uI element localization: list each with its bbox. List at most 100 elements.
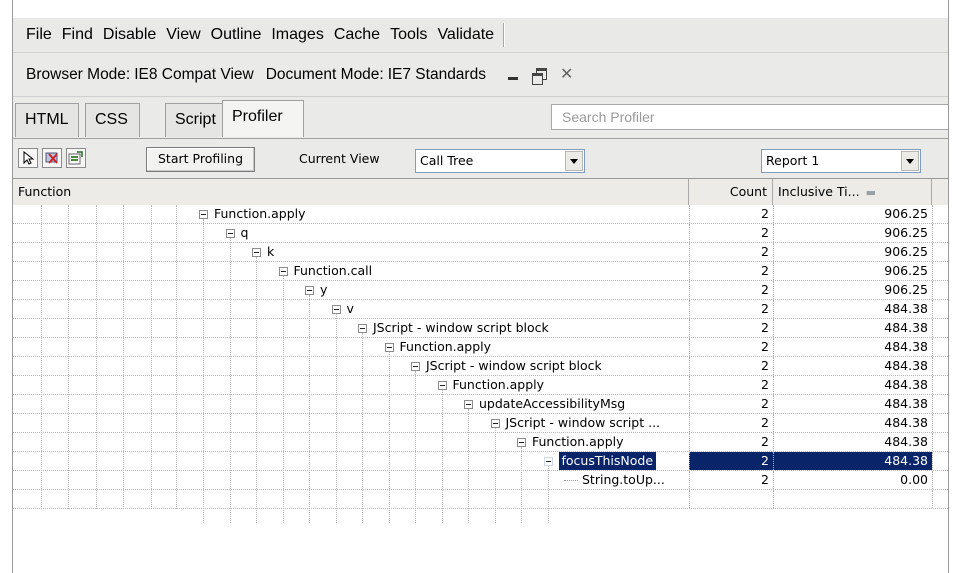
select-arrow-icon[interactable] (18, 148, 38, 168)
table-row[interactable]: Function.apply 2 484.38 (13, 433, 948, 452)
table-row[interactable]: focusThisNode 2 484.38 (13, 452, 948, 471)
inclusive-time-cell: 906.25 (773, 243, 932, 261)
function-cell: Function.call (13, 262, 689, 280)
function-cell: v (13, 300, 689, 318)
collapse-icon[interactable] (331, 304, 341, 314)
menu-view[interactable]: View (161, 26, 205, 44)
export-icon[interactable] (66, 148, 86, 168)
extra-cell (932, 281, 948, 299)
inclusive-time-cell: 906.25 (773, 281, 932, 299)
tree-node: String.toUp... (564, 471, 665, 489)
menu-validate[interactable]: Validate (432, 26, 499, 44)
column-count[interactable]: Count (689, 179, 773, 206)
inclusive-time-cell: 906.25 (773, 205, 932, 223)
inclusive-time-cell: 484.38 (773, 300, 932, 318)
empty-cell (689, 490, 773, 508)
empty-cell (932, 490, 948, 508)
menu-images[interactable]: Images (266, 26, 328, 44)
current-view-select[interactable]: Call Tree (415, 149, 585, 173)
restore-icon[interactable] (531, 68, 547, 85)
collapse-icon[interactable] (252, 247, 261, 257)
menu-outline[interactable]: Outline (206, 26, 267, 44)
report-select[interactable]: Report 1 (761, 149, 921, 173)
collapse-icon[interactable] (490, 418, 500, 428)
function-name: JScript - window script block (373, 320, 549, 335)
close-icon[interactable]: ✕ (560, 64, 573, 84)
collapse-icon[interactable] (225, 228, 235, 238)
table-row[interactable]: q 2 906.25 (13, 224, 948, 243)
tab-profiler[interactable]: Profiler (222, 100, 304, 137)
profiler-toolbar: Start Profiling Current View Call Tree R… (13, 138, 948, 179)
current-view-label: Current View (299, 151, 380, 166)
column-more[interactable] (932, 179, 948, 206)
column-function[interactable]: Function (13, 179, 689, 206)
function-name: focusThisNode (558, 452, 657, 470)
menu-disable[interactable]: Disable (98, 26, 161, 44)
collapse-icon[interactable] (384, 342, 394, 352)
inclusive-time-cell: 484.38 (773, 338, 932, 356)
table-row[interactable]: Function.apply 2 906.25 (13, 205, 948, 224)
extra-cell (932, 338, 948, 356)
collapse-icon[interactable] (464, 399, 473, 409)
chevron-down-icon[interactable] (901, 151, 919, 171)
function-name: Function.apply (532, 434, 624, 449)
table-row[interactable]: JScript - window script ... 2 484.38 (13, 414, 948, 433)
collapse-icon[interactable] (278, 266, 288, 276)
collapse-icon[interactable] (199, 209, 208, 219)
collapse-icon[interactable] (358, 323, 367, 333)
call-tree-grid[interactable]: Function.apply 2 906.25 q 2 906.25 k 2 906.25 Fun… (13, 205, 948, 573)
table-row[interactable]: JScript - window script block 2 484.38 (13, 319, 948, 338)
count-cell: 2 (689, 357, 773, 375)
minimize-icon[interactable] (507, 76, 518, 80)
menu-tools[interactable]: Tools (385, 26, 432, 44)
tree-node: Function.apply (437, 376, 545, 394)
function-name: Function.apply (452, 377, 545, 392)
tab-css[interactable]: CSS (85, 103, 140, 137)
collapse-icon[interactable] (411, 361, 420, 371)
column-inclusive-time[interactable]: Inclusive Ti... ▬ (773, 179, 932, 206)
collapse-icon[interactable] (305, 285, 314, 295)
extra-cell (932, 205, 948, 223)
profiler-window: File Find Disable View Outline Images Ca… (12, 0, 949, 573)
table-row[interactable]: y 2 906.25 (13, 281, 948, 300)
function-name: y (320, 282, 328, 297)
count-cell: 2 (689, 224, 773, 242)
function-name: String.toUp... (582, 472, 665, 487)
menu-find[interactable]: Find (57, 26, 98, 44)
table-row[interactable]: k 2 906.25 (13, 243, 948, 262)
document-mode-dropdown[interactable]: IE7 Standards (388, 66, 486, 84)
table-row[interactable]: Function.call 2 906.25 (13, 262, 948, 281)
inclusive-time-cell: 906.25 (773, 224, 932, 242)
table-row[interactable]: updateAccessibilityMsg 2 484.38 (13, 395, 948, 414)
column-inclusive-label: Inclusive Ti... (778, 184, 860, 199)
extra-cell (932, 357, 948, 375)
table-row[interactable]: String.toUp... 2 0.00 (13, 471, 948, 490)
table-row[interactable]: Function.apply 2 484.38 (13, 376, 948, 395)
collapse-icon[interactable] (517, 437, 526, 447)
extra-cell (932, 262, 948, 280)
tab-bar: HTML CSS Script Profiler Search Profiler (13, 96, 948, 139)
empty-cell (773, 490, 932, 508)
chevron-down-icon[interactable] (565, 151, 583, 171)
collapse-icon[interactable] (437, 380, 447, 390)
function-name: v (346, 301, 354, 316)
menu-file[interactable]: File (26, 26, 57, 44)
extra-cell (932, 224, 948, 242)
function-cell: JScript - window script ... (13, 414, 689, 432)
count-cell: 2 (689, 414, 773, 432)
table-row[interactable]: JScript - window script block 2 484.38 (13, 357, 948, 376)
search-input[interactable]: Search Profiler (551, 104, 948, 130)
browser-mode-dropdown[interactable]: IE8 Compat View (134, 66, 253, 84)
menu-cache[interactable]: Cache (329, 26, 385, 44)
table-row[interactable] (13, 490, 948, 509)
inclusive-time-cell: 906.25 (773, 262, 932, 280)
collapse-icon[interactable] (543, 456, 553, 466)
tab-script[interactable]: Script (165, 103, 223, 137)
start-profiling-button[interactable]: Start Profiling (146, 147, 256, 172)
table-row[interactable]: v 2 484.38 (13, 300, 948, 319)
function-name: Function.apply (399, 339, 492, 354)
clear-icon[interactable] (42, 148, 62, 168)
tab-html[interactable]: HTML (15, 103, 79, 137)
function-cell: Function.apply (13, 376, 689, 394)
table-row[interactable]: Function.apply 2 484.38 (13, 338, 948, 357)
